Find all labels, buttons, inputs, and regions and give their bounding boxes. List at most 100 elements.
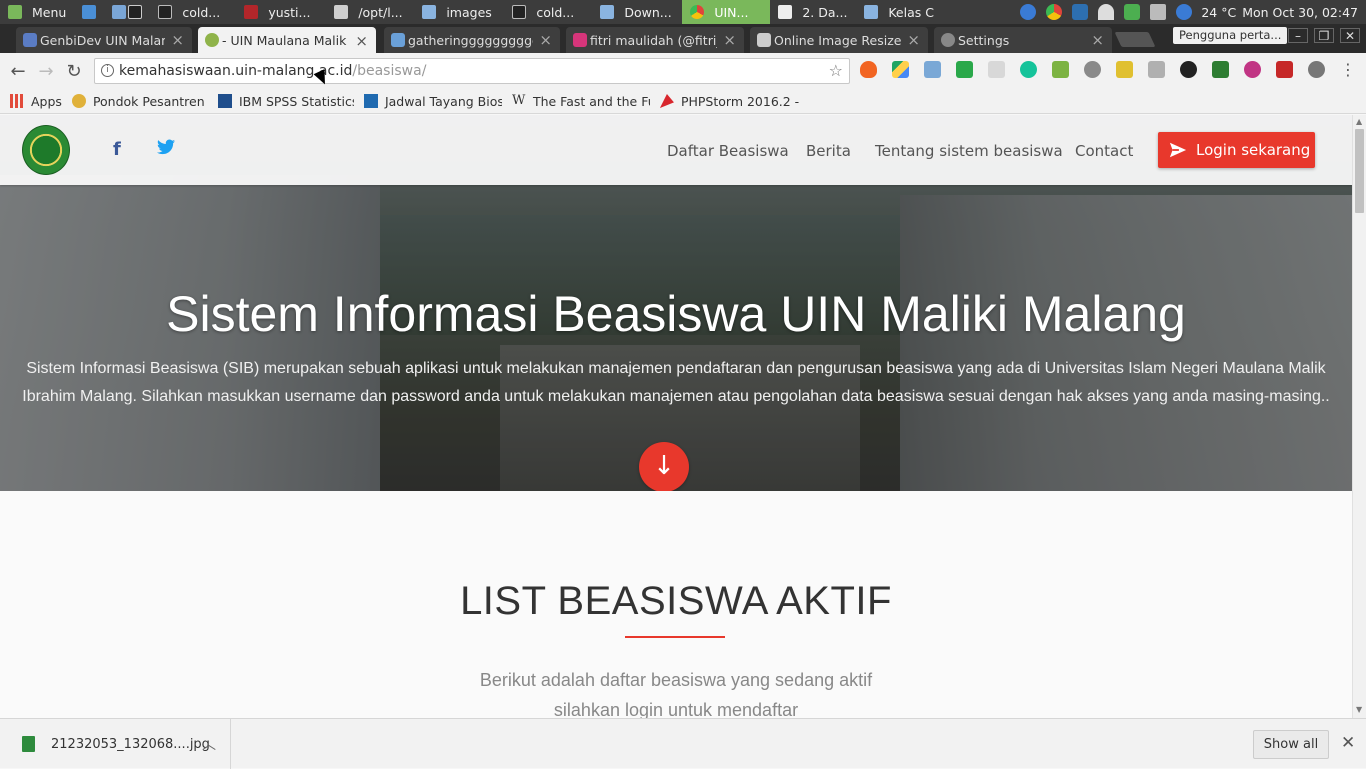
bookmark-star-icon[interactable]: ☆ <box>829 59 843 83</box>
scroll-down-arrow-icon[interactable]: ↓ <box>639 442 689 491</box>
show-desktop-icon[interactable] <box>74 0 104 24</box>
os-taskbar: Menu cold... yusti... /opt/l... images c… <box>0 0 1366 24</box>
uin-logo[interactable] <box>22 125 70 175</box>
weather-temperature[interactable]: 24 °C <box>1201 5 1236 20</box>
dropper-extension-icon[interactable] <box>1308 61 1325 78</box>
downloads-bar: 21232053_132068....jpg ︿ Show all ✕ <box>0 718 1366 769</box>
chrome-icon <box>690 5 705 19</box>
reload-icon[interactable]: ↻ <box>60 57 88 85</box>
terminal-icon <box>512 5 527 19</box>
close-tab-icon[interactable]: × <box>355 32 368 50</box>
chrome-tray-icon[interactable] <box>1046 4 1063 20</box>
scrollbar-thumb[interactable] <box>1355 129 1364 213</box>
folder-icon <box>864 5 879 19</box>
tab-instagram[interactable]: fitri maulidah (@fitri_m× <box>566 27 744 53</box>
clock[interactable]: Mon Oct 30, 02:47 <box>1242 5 1358 20</box>
bookmarks-bar: Apps Pondok Pesantren A IBM SPSS Statist… <box>0 89 1366 114</box>
files-launcher-icon[interactable] <box>104 0 150 24</box>
scroll-down-icon[interactable]: ▼ <box>1356 705 1362 714</box>
minimize-icon[interactable]: – <box>1288 28 1308 43</box>
taskbar-window-6[interactable]: UIN... <box>682 0 771 24</box>
back-arrow-icon[interactable]: ← <box>4 57 32 85</box>
close-downloads-icon[interactable]: ✕ <box>1341 733 1355 753</box>
bookmark-apps[interactable]: Apps <box>10 94 62 109</box>
tab-gathering[interactable]: gatheringggggggggggg× <box>384 27 560 53</box>
tab-image-resizer[interactable]: Online Image Resizer × <box>750 27 928 53</box>
forward-arrow-icon[interactable]: → <box>32 57 60 85</box>
nav-tentang[interactable]: Tentang sistem beasiswa <box>875 142 1063 160</box>
taskbar-window-0[interactable]: cold... <box>150 0 236 24</box>
flag-extension-icon[interactable] <box>924 61 941 78</box>
evernote-extension-icon[interactable] <box>1212 61 1229 78</box>
close-window-icon[interactable]: ✕ <box>1340 28 1360 43</box>
bluetooth-icon[interactable] <box>1020 4 1037 20</box>
gear-icon <box>941 33 955 47</box>
show-all-button[interactable]: Show all <box>1253 730 1329 759</box>
taskbar-window-4[interactable]: cold... <box>504 0 592 24</box>
profile-button[interactable]: Pengguna perta... <box>1173 27 1288 44</box>
instagram-extension-icon[interactable] <box>1244 61 1261 78</box>
url-path: /beasiswa/ <box>352 63 427 79</box>
page-scrollbar[interactable]: ▲ ▼ <box>1352 115 1366 718</box>
close-tab-icon[interactable]: × <box>723 31 736 49</box>
car-extension-icon[interactable] <box>1148 61 1165 78</box>
folder-icon <box>422 5 437 19</box>
taskbar-window-5[interactable]: Down... <box>592 0 682 24</box>
people-extension-icon[interactable] <box>1276 61 1293 78</box>
browser-tabstrip: GenbiDev UIN Malang × - UIN Maulana Malik… <box>0 24 1366 54</box>
pesantren-icon <box>71 94 86 108</box>
close-tab-icon[interactable]: × <box>539 31 552 49</box>
fire-extension-icon[interactable] <box>860 61 877 78</box>
scroll-up-icon[interactable]: ▲ <box>1356 117 1362 126</box>
chrome-menu-icon[interactable]: ⋮ <box>1340 61 1356 78</box>
taskbar-window-7[interactable]: 2. Da... <box>770 0 856 24</box>
chevron-up-icon[interactable]: ︿ <box>202 734 216 754</box>
nav-daftar-beasiswa[interactable]: Daftar Beasiswa <box>667 142 789 160</box>
close-tab-icon[interactable]: × <box>171 31 184 49</box>
shield-icon[interactable] <box>1072 4 1089 20</box>
grid-extension-icon[interactable] <box>988 61 1005 78</box>
m-extension-icon[interactable] <box>1084 61 1101 78</box>
tab-favicon <box>205 33 219 47</box>
grammarly-tray-icon[interactable] <box>1124 4 1141 20</box>
maximize-icon[interactable]: ❐ <box>1314 28 1334 43</box>
menu-label: Menu <box>32 4 67 20</box>
tab-favicon <box>573 33 587 47</box>
address-bar[interactable]: i kemahasiswaan.uin-malang.ac.id/beasisw… <box>94 58 850 84</box>
tab-settings[interactable]: Settings × <box>934 27 1112 53</box>
login-button[interactable]: Login sekarang <box>1158 132 1315 168</box>
nav-contact[interactable]: Contact <box>1075 142 1133 160</box>
start-menu-button[interactable]: Menu <box>0 0 74 24</box>
tab-uin-beasiswa[interactable]: - UIN Maulana Malik Ibrahim× <box>198 27 376 54</box>
close-tab-icon[interactable]: × <box>1091 31 1104 49</box>
update-icon[interactable] <box>1176 4 1193 20</box>
google-drive-icon[interactable] <box>892 61 909 78</box>
bookmark-wikipedia[interactable]: W The Fast and the Fur <box>512 94 650 109</box>
bookmark-jadwal[interactable]: Jadwal Tayang Biosk <box>363 94 502 109</box>
checkmark-extension-icon[interactable] <box>956 61 973 78</box>
bookmark-spss[interactable]: IBM SPSS Statistics <box>217 94 354 109</box>
taskbar-window-2[interactable]: /opt/l... <box>326 0 414 24</box>
taskbar-window-1[interactable]: yusti... <box>236 0 326 24</box>
nav-berita[interactable]: Berita <box>806 142 851 160</box>
cinema-icon <box>363 94 378 108</box>
volume-icon[interactable] <box>1150 4 1167 20</box>
facebook-icon[interactable]: f <box>113 139 121 160</box>
bookmark-pondok[interactable]: Pondok Pesantren A <box>71 94 208 109</box>
tab-genbidev[interactable]: GenbiDev UIN Malang × <box>16 27 192 53</box>
sync-extension-icon[interactable] <box>1180 61 1197 78</box>
section-subtitle-line-1: Berikut adalah daftar beasiswa yang seda… <box>479 670 873 690</box>
taskbar-window-3[interactable]: images <box>414 0 504 24</box>
download-filename: 21232053_132068....jpg <box>51 736 210 752</box>
twitter-icon[interactable] <box>157 139 175 155</box>
download-item[interactable]: 21232053_132068....jpg ︿ <box>16 719 231 769</box>
info-icon[interactable]: i <box>101 64 114 77</box>
close-tab-icon[interactable]: × <box>907 31 920 49</box>
taskbar-window-8[interactable]: Kelas C <box>856 0 944 24</box>
grammarly-icon[interactable] <box>1020 61 1037 78</box>
wifi-icon[interactable] <box>1098 4 1115 20</box>
bookmark-phpstorm[interactable]: PHPStorm 2016.2 - 2 <box>659 94 800 109</box>
download-extension-icon[interactable] <box>1052 61 1069 78</box>
new-tab-button[interactable] <box>1114 32 1156 47</box>
broom-extension-icon[interactable] <box>1116 61 1133 78</box>
